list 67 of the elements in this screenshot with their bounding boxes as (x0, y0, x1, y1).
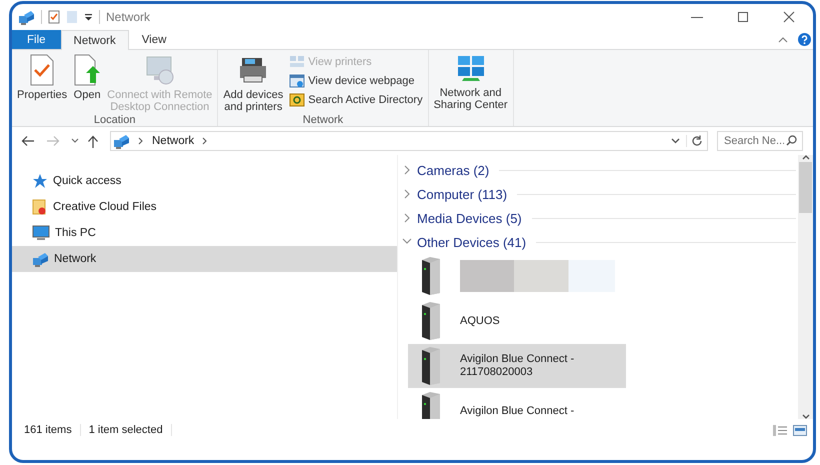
chevron-right-icon[interactable] (202, 137, 208, 145)
network-windows-icon (456, 54, 486, 84)
ribbon-button[interactable]: Add devices and printers (221, 53, 286, 114)
webpage-icon (289, 74, 306, 88)
chevron-down-icon[interactable] (671, 138, 680, 144)
page-checkmark-icon (29, 54, 56, 86)
network-icon (32, 251, 49, 267)
device-name: Avigilon Blue Connect - (460, 404, 574, 418)
device-name: Avigilon Blue Connect - (460, 353, 574, 366)
search-icon (786, 135, 797, 146)
group-label: Network (302, 114, 344, 126)
device-tile[interactable]: Avigilon Blue Connect - 211708020003 (408, 344, 626, 388)
details-view-icon[interactable] (773, 424, 787, 436)
device-name: 211708020003 (460, 366, 534, 379)
group-header[interactable]: Computer (113) (417, 186, 508, 202)
printers-icon (289, 55, 306, 69)
scroll-down-icon[interactable] (802, 414, 810, 419)
nav-item[interactable]: Creative Cloud Files (12, 194, 397, 220)
group-label: Location (92, 114, 136, 126)
chevron-down-icon[interactable] (71, 138, 79, 144)
file-tab[interactable]: File (12, 30, 61, 49)
selection-count: 1 item selected (88, 424, 164, 436)
chevron-right-icon[interactable] (402, 213, 412, 223)
search-field[interactable]: Search Ne... (717, 131, 803, 151)
window-title: Network (106, 10, 150, 24)
ribbon-button[interactable]: Network and Sharing Center (432, 53, 510, 112)
breadcrumb-link[interactable]: Network (152, 135, 194, 147)
scroll-up-icon[interactable] (802, 155, 810, 160)
close-icon[interactable] (783, 11, 795, 23)
ribbon-tab[interactable]: Network (60, 30, 129, 50)
address-bar[interactable]: Network (110, 131, 708, 151)
nav-item[interactable]: Network (12, 246, 397, 272)
tiles-view-icon[interactable] (793, 424, 807, 436)
up-arrow-icon[interactable] (87, 134, 99, 148)
device-name: AQUOS (460, 314, 500, 328)
scroll-thumb[interactable] (799, 162, 812, 213)
directory-icon (289, 93, 306, 107)
ribbon-button[interactable]: Properties (15, 53, 70, 102)
item-count: 161 items (24, 424, 73, 436)
chevron-right-icon[interactable] (402, 165, 412, 175)
help-icon[interactable] (798, 33, 811, 46)
maximize-icon[interactable] (737, 11, 749, 23)
network-icon (113, 133, 130, 149)
folder-icon (32, 199, 48, 215)
ribbon-tab[interactable]: View (128, 30, 180, 49)
back-arrow-icon[interactable] (21, 135, 35, 147)
chevron-right-icon[interactable] (402, 189, 412, 199)
group-header[interactable]: Media Devices (5) (417, 210, 522, 226)
monitor-icon (144, 54, 176, 86)
group-header[interactable]: Other Devices (41) (417, 234, 526, 250)
page-checkmark-icon[interactable] (48, 10, 60, 24)
nav-item[interactable]: Quick access (12, 168, 397, 194)
monitor-icon (32, 225, 50, 241)
scrollbar[interactable] (798, 155, 813, 419)
collapse-icon[interactable] (778, 36, 788, 43)
nav-item[interactable]: This PC (12, 220, 397, 246)
group-header[interactable]: Cameras (2) (417, 162, 490, 178)
ribbon-button[interactable]: Search Active Directory (287, 91, 425, 109)
device-tile[interactable]: Avigilon Blue Connect - (408, 389, 626, 419)
device-tile[interactable]: AQUOS (408, 299, 626, 343)
ribbon-button[interactable]: Open (71, 53, 104, 102)
ribbon-button[interactable]: View device webpage (287, 72, 425, 90)
star-icon (32, 173, 48, 189)
page-arrow-icon (73, 54, 102, 86)
network-icon[interactable] (18, 9, 35, 25)
dropdown-icon[interactable] (84, 13, 93, 21)
chevron-right-icon[interactable] (138, 137, 144, 145)
